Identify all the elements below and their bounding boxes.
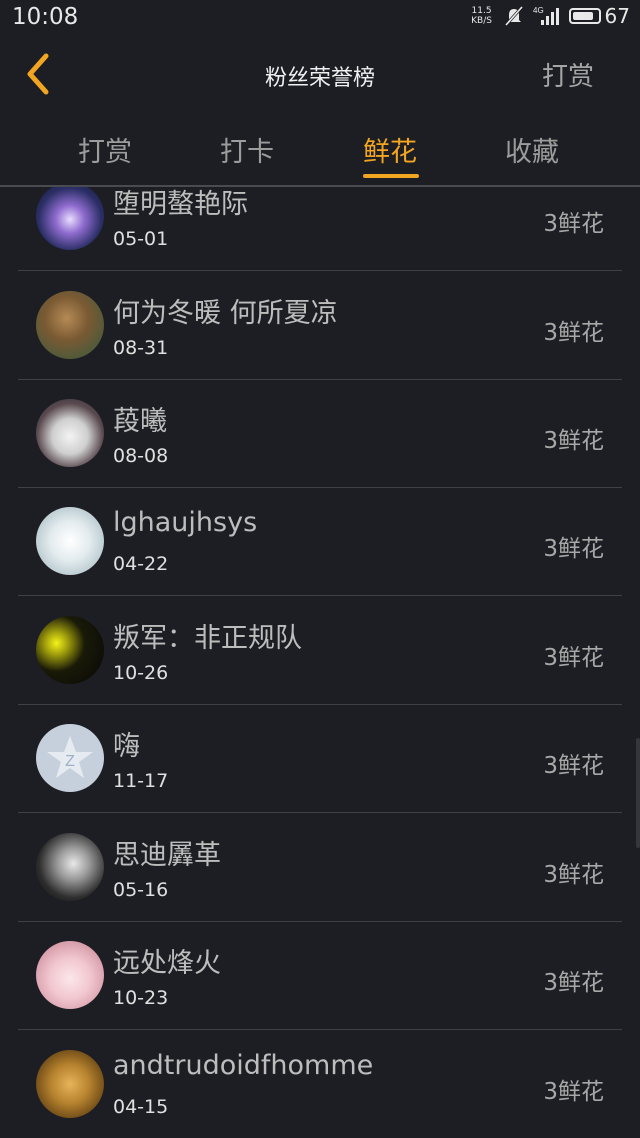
status-time: 10:08: [12, 4, 79, 30]
list-item[interactable]: andtrudoidfhomme 04-15 3鲜花: [0, 1030, 640, 1138]
gift-date: 08-31: [113, 337, 169, 359]
gift-date: 10-26: [113, 662, 169, 684]
network-speed-value: 11.5: [471, 6, 492, 16]
user-name: 远处烽火: [113, 948, 221, 979]
network-type: 4G: [533, 6, 544, 15]
gift-date: 05-16: [113, 879, 169, 901]
network-speed: 11.5 KB/S: [469, 6, 495, 26]
user-name: 葮曦: [113, 406, 167, 437]
flower-count: 3鲜花: [543, 211, 604, 237]
user-name: 何为冬暖 何所夏凉: [113, 298, 338, 329]
avatar: Z: [36, 724, 104, 792]
tab-checkin[interactable]: 打卡: [220, 130, 274, 169]
active-tab-indicator: [363, 174, 419, 178]
flower-count: 3鲜花: [543, 1079, 604, 1105]
flower-count: 3鲜花: [543, 862, 604, 888]
flower-count: 3鲜花: [543, 320, 604, 346]
user-name: 思迪羼革: [113, 840, 221, 871]
list-item[interactable]: 何为冬暖 何所夏凉 08-31 3鲜花: [0, 271, 640, 380]
user-name: andtrudoidfhomme: [113, 1050, 374, 1081]
mute-icon: [504, 6, 523, 26]
list-item[interactable]: 叛军：非正规队 10-26 3鲜花: [0, 596, 640, 705]
avatar: [36, 941, 104, 1009]
gift-date: 05-01: [113, 228, 169, 250]
flower-count: 3鲜花: [543, 970, 604, 996]
gift-date: 10-23: [113, 987, 169, 1009]
flower-count: 3鲜花: [543, 428, 604, 454]
list-item[interactable]: 思迪羼革 05-16 3鲜花: [0, 813, 640, 922]
status-icons: 11.5 KB/S 4G 67: [469, 4, 630, 28]
battery-percentage: 67: [604, 4, 630, 28]
tab-flowers[interactable]: 鲜花: [363, 130, 417, 169]
avatar: [36, 507, 104, 575]
tab-bar: 打赏 打卡 鲜花 收藏: [0, 118, 640, 184]
list-item[interactable]: 远处烽火 10-23 3鲜花: [0, 921, 640, 1030]
gift-date: 04-15: [113, 1096, 169, 1118]
svg-text:Z: Z: [65, 753, 75, 770]
avatar: [36, 616, 104, 684]
flower-count: 3鲜花: [543, 536, 604, 562]
fan-list: 堕明螯艳际 05-01 3鲜花 何为冬暖 何所夏凉 08-31 3鲜花 葮曦 0…: [0, 187, 640, 1138]
flower-count: 3鲜花: [543, 753, 604, 779]
user-name: 嗨: [113, 731, 140, 762]
avatar: [36, 833, 104, 901]
flower-count: 3鲜花: [543, 645, 604, 671]
tab-reward[interactable]: 打赏: [78, 130, 132, 169]
gift-date: 08-08: [113, 445, 169, 467]
user-name: 堕明螯艳际: [113, 189, 248, 220]
default-avatar-star-icon: Z: [47, 736, 93, 778]
avatar: [36, 291, 104, 359]
gift-date: 11-17: [113, 770, 169, 792]
battery-icon: [568, 8, 601, 24]
tab-favorites[interactable]: 收藏: [505, 130, 559, 169]
signal-icon: 4G: [533, 6, 559, 25]
user-name: lghaujhsys: [113, 507, 258, 538]
user-name: 叛军：非正规队: [113, 623, 302, 654]
status-bar: 10:08 11.5 KB/S 4G 67: [0, 0, 640, 36]
avatar: [36, 1050, 104, 1118]
scrollbar[interactable]: [636, 738, 640, 848]
gift-date: 04-22: [113, 553, 169, 575]
network-speed-unit: KB/S: [471, 16, 492, 26]
avatar: [36, 187, 104, 250]
list-item[interactable]: Z 嗨 11-17 3鲜花: [0, 704, 640, 813]
list-item[interactable]: lghaujhsys 04-22 3鲜花: [0, 487, 640, 596]
list-item[interactable]: 葮曦 08-08 3鲜花: [0, 379, 640, 488]
list-item[interactable]: 堕明螯艳际 05-01 3鲜花: [0, 187, 640, 271]
battery: 67: [568, 4, 630, 28]
avatar: [36, 399, 104, 467]
nav-bar: 粉丝荣誉榜 打赏: [0, 36, 640, 112]
reward-button[interactable]: 打赏: [542, 56, 594, 93]
